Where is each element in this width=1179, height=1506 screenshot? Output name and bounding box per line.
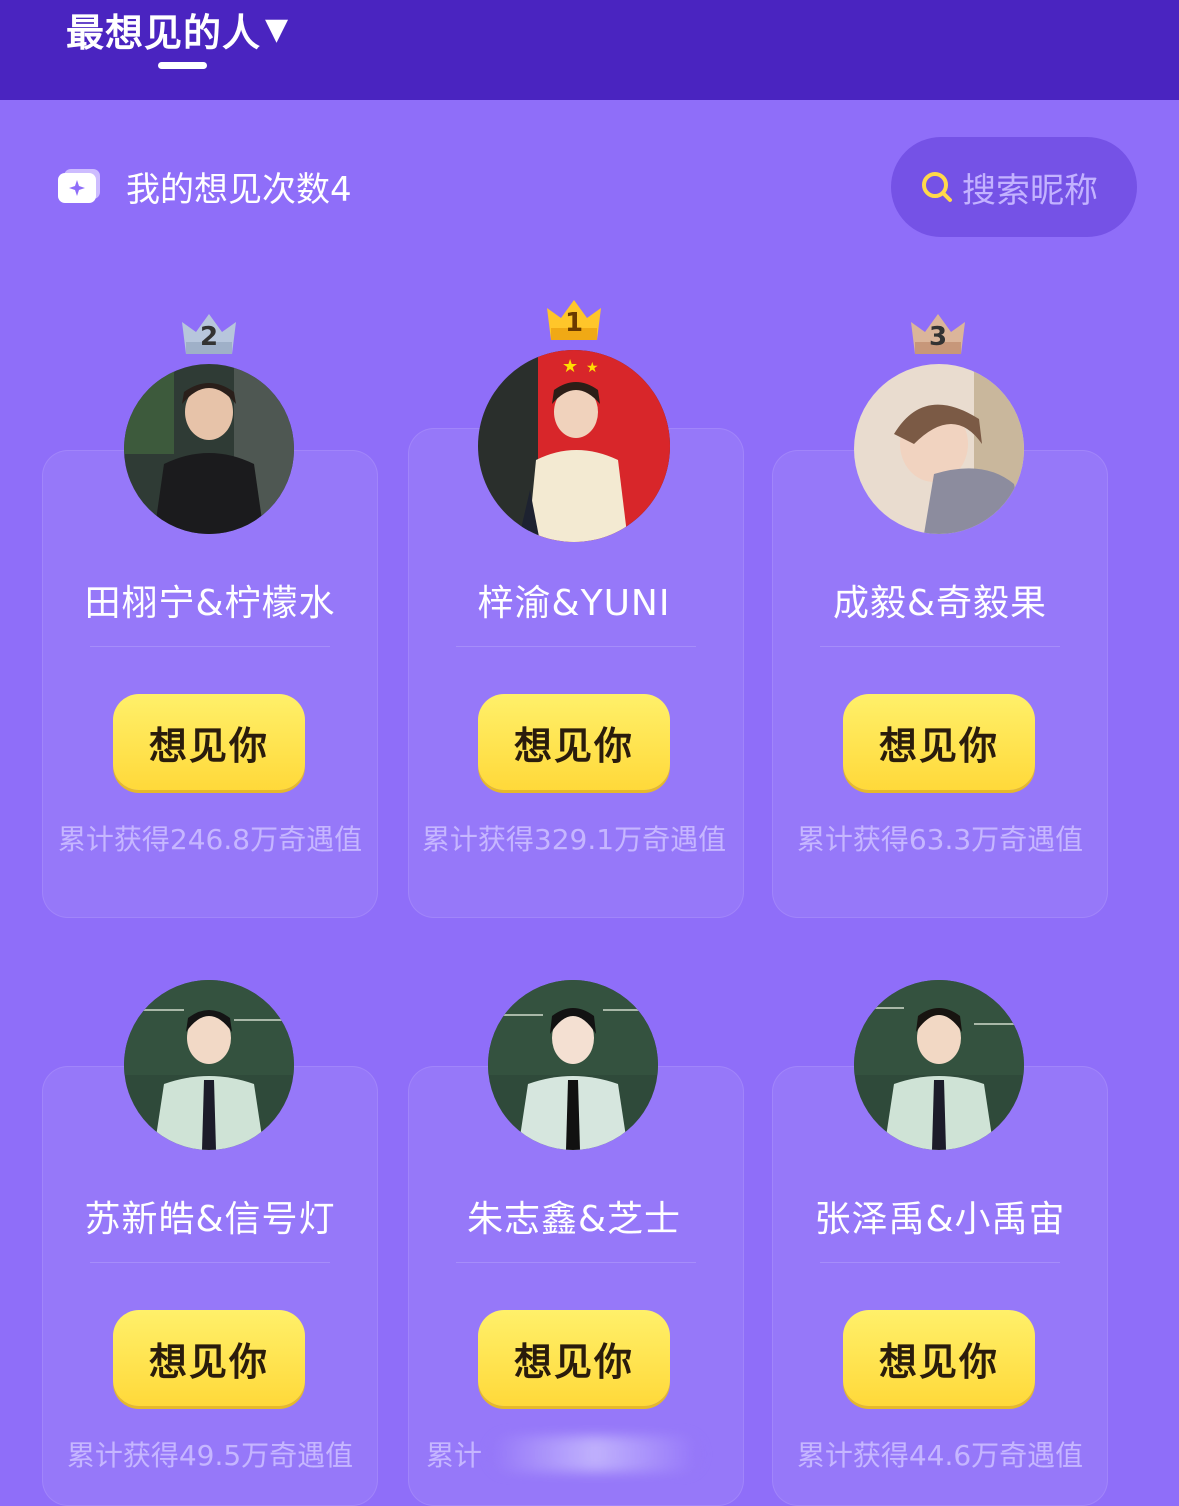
search-box[interactable]: 搜索昵称 [891,137,1137,237]
rank-number: 2 [199,322,219,352]
want-to-see-button[interactable]: 想见你 [478,1310,670,1406]
score-text: 累计获得246.8万奇遇值 [57,823,363,856]
person-name: 梓渝&YUNI [477,583,671,624]
want-to-see-button[interactable]: 想见你 [478,694,670,790]
want-to-see-button[interactable]: 想见你 [843,694,1035,790]
want-to-see-button[interactable]: 想见你 [113,694,305,790]
person-name: 朱志鑫&芝士 [466,1199,682,1240]
crown-bronze-icon: 3 [909,312,967,356]
avatar[interactable] [854,364,1024,534]
person-name: 苏新皓&信号灯 [84,1199,336,1240]
crown-gold-icon: 1 [545,298,603,342]
want-count: 我的想见次数4 [56,160,352,212]
caret-down-icon: ▼ [265,12,290,47]
svg-text:★: ★ [562,356,578,377]
want-count-text: 我的想见次数4 [126,169,352,210]
divider [90,646,330,647]
ticket-icon [58,169,100,203]
svg-text:★: ★ [586,360,599,376]
divider [456,1262,696,1263]
rank-number: 1 [564,308,584,338]
person-name: 成毅&奇毅果 [832,583,1048,624]
divider [90,1262,330,1263]
divider [820,646,1060,647]
rank-number: 3 [928,322,948,352]
avatar[interactable] [488,980,658,1150]
divider [456,646,696,647]
crown-silver-icon: 2 [180,312,238,356]
avatar[interactable]: ★ ★ [478,350,670,542]
person-name: 田栩宁&柠檬水 [84,583,336,624]
tab-indicator [158,62,207,69]
score-text: 累计获得44.6万奇遇值 [796,1439,1084,1472]
want-to-see-button[interactable]: 想见你 [113,1310,305,1406]
want-to-see-button[interactable]: 想见你 [843,1310,1035,1406]
avatar[interactable] [124,980,294,1150]
search-icon [922,172,952,202]
score-text: 累计获得63.3万奇遇值 [796,823,1084,856]
search-placeholder: 搜索昵称 [962,170,1098,211]
score-text: 累计获得329.1万奇遇值 [421,823,727,856]
person-name: 张泽禹&小禹宙 [814,1199,1066,1240]
divider [820,1262,1060,1263]
tab-label: 最想见的人 [66,11,262,55]
avatar[interactable] [854,980,1024,1150]
tab-most-wanted[interactable]: 最想见的人 ▼ [66,2,289,57]
avatar[interactable] [124,364,294,534]
obscured-area [490,1436,700,1472]
